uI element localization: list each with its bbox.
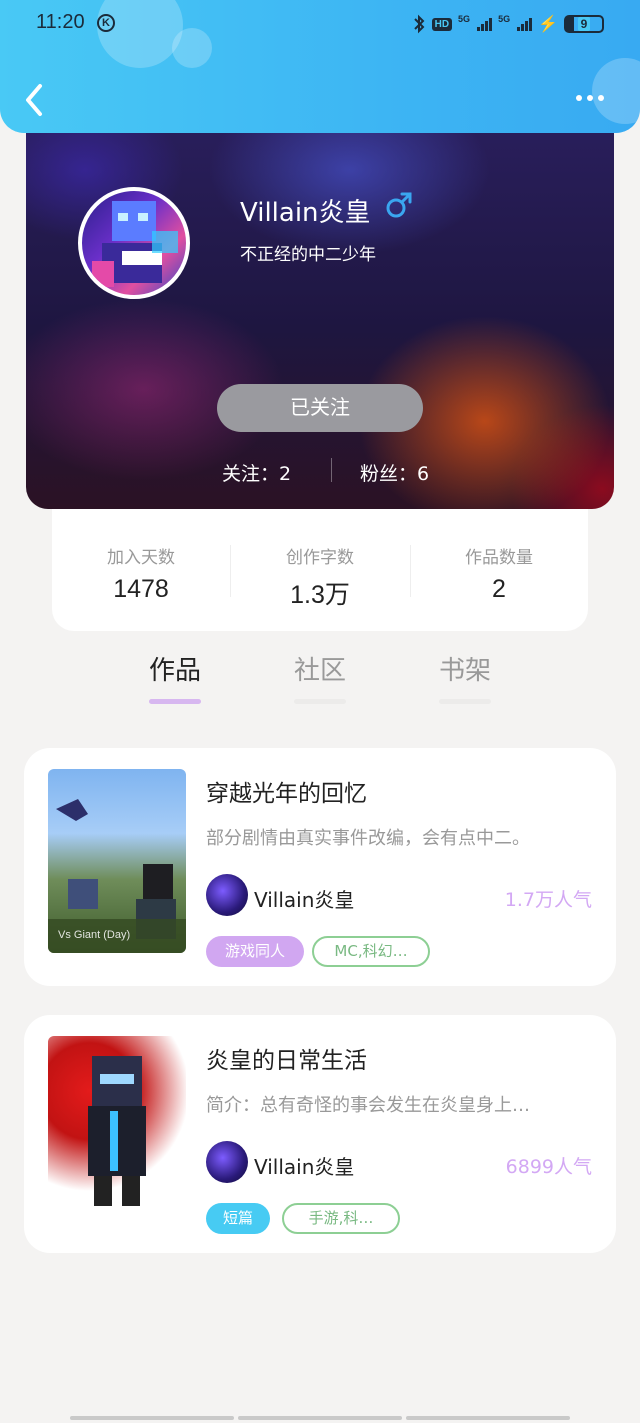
followed-button[interactable]: 已关注	[217, 384, 423, 432]
avatar[interactable]	[78, 187, 190, 299]
author-row: Villain炎皇 1.7万人气	[206, 874, 592, 918]
k-badge-icon: K	[97, 14, 115, 32]
tab-label: 社区	[293, 656, 346, 686]
category-tag[interactable]: 短篇	[206, 1203, 270, 1234]
work-tags: 游戏同人 MC,科幻…	[206, 936, 430, 968]
tab-underline	[149, 699, 201, 704]
network-label: 5G	[458, 14, 471, 24]
bluetooth-icon	[413, 14, 425, 34]
tab-underline	[439, 699, 491, 704]
keyword-tag[interactable]: MC,科幻…	[312, 936, 430, 967]
decor-bubble	[172, 28, 212, 68]
more-dots-icon[interactable]	[576, 88, 612, 108]
author-avatar[interactable]	[206, 874, 248, 916]
popularity-count: 1.7万人气	[504, 889, 592, 911]
metric-value: 2	[492, 575, 506, 603]
decor-bubble	[97, 0, 183, 68]
cover-art	[48, 799, 186, 953]
author-name[interactable]: Villain炎皇	[254, 884, 354, 913]
following-count[interactable]: 关注：2	[222, 459, 291, 486]
charging-icon: ⚡	[538, 16, 558, 33]
battery-icon: 9	[564, 15, 604, 33]
cover-art	[88, 1056, 146, 1206]
signal-icon	[517, 17, 533, 31]
chevron-left-icon[interactable]	[20, 80, 50, 120]
work-cover-image[interactable]: Vs Giant (Day)	[48, 769, 186, 953]
metric-label: 加入天数	[107, 548, 175, 568]
cover-caption: Vs Giant (Day)	[58, 929, 131, 941]
tab-bookshelf[interactable]: 书架	[425, 650, 505, 704]
metric-word-count: 创作字数 1.3万	[231, 543, 409, 611]
gesture-bar	[70, 1416, 570, 1420]
popularity-count: 6899人气	[505, 1156, 592, 1178]
tab-label: 书架	[438, 656, 491, 686]
work-card[interactable]: Vs Giant (Day) 穿越光年的回忆 部分剧情由真实事件改编，会有点中二…	[24, 748, 616, 986]
follow-stats: 关注：2 粉丝：6	[26, 456, 614, 486]
male-symbol-icon	[386, 192, 412, 218]
signal-icon	[477, 17, 493, 31]
battery-level: 9	[577, 17, 591, 31]
author-name[interactable]: Villain炎皇	[254, 1151, 354, 1180]
tab-underline	[294, 699, 346, 704]
category-tag[interactable]: 游戏同人	[206, 936, 304, 967]
tab-community[interactable]: 社区	[280, 650, 360, 704]
work-title[interactable]: 穿越光年的回忆	[206, 774, 367, 808]
user-bio: 不正经的中二少年	[240, 245, 376, 265]
tab-works[interactable]: 作品	[135, 650, 215, 704]
metric-value: 1478	[113, 575, 169, 603]
metric-work-count: 作品数量 2	[410, 543, 588, 604]
work-cover-image[interactable]	[48, 1036, 186, 1220]
network-label: 5G	[498, 14, 511, 24]
metric-value: 1.3万	[290, 581, 350, 609]
fans-count[interactable]: 粉丝：6	[360, 459, 429, 486]
author-avatar[interactable]	[206, 1141, 248, 1183]
keyword-tag[interactable]: 手游,科…	[282, 1203, 400, 1234]
metric-join-days: 加入天数 1478	[52, 543, 230, 604]
metric-label: 作品数量	[465, 548, 533, 568]
divider	[331, 458, 332, 482]
username: Villain炎皇	[240, 198, 371, 228]
work-card[interactable]: 炎皇的日常生活 简介：总有奇怪的事会发生在炎皇身上… Villain炎皇 689…	[24, 1015, 616, 1253]
profile-tabs: 作品 社区 书架	[0, 650, 640, 710]
work-description: 简介：总有奇怪的事会发生在炎皇身上…	[206, 1095, 530, 1116]
metrics-card: 加入天数 1478 创作字数 1.3万 作品数量 2	[52, 509, 588, 631]
author-row: Villain炎皇 6899人气	[206, 1141, 592, 1185]
work-description: 部分剧情由真实事件改编，会有点中二。	[206, 828, 530, 849]
avatar-art	[92, 201, 178, 287]
top-header: 11:20 K HD 5G 5G ⚡ 9	[0, 0, 640, 133]
tab-label: 作品	[148, 656, 201, 686]
status-icons: HD 5G 5G ⚡ 9	[412, 14, 604, 34]
status-time: 11:20	[36, 11, 85, 33]
work-tags: 短篇 手游,科…	[206, 1203, 400, 1235]
profile-hero: Villain炎皇 不正经的中二少年 已关注 关注：2 粉丝：6	[26, 110, 614, 509]
metric-label: 创作字数	[286, 548, 354, 568]
hd-icon: HD	[431, 17, 453, 31]
work-title[interactable]: 炎皇的日常生活	[206, 1041, 367, 1075]
